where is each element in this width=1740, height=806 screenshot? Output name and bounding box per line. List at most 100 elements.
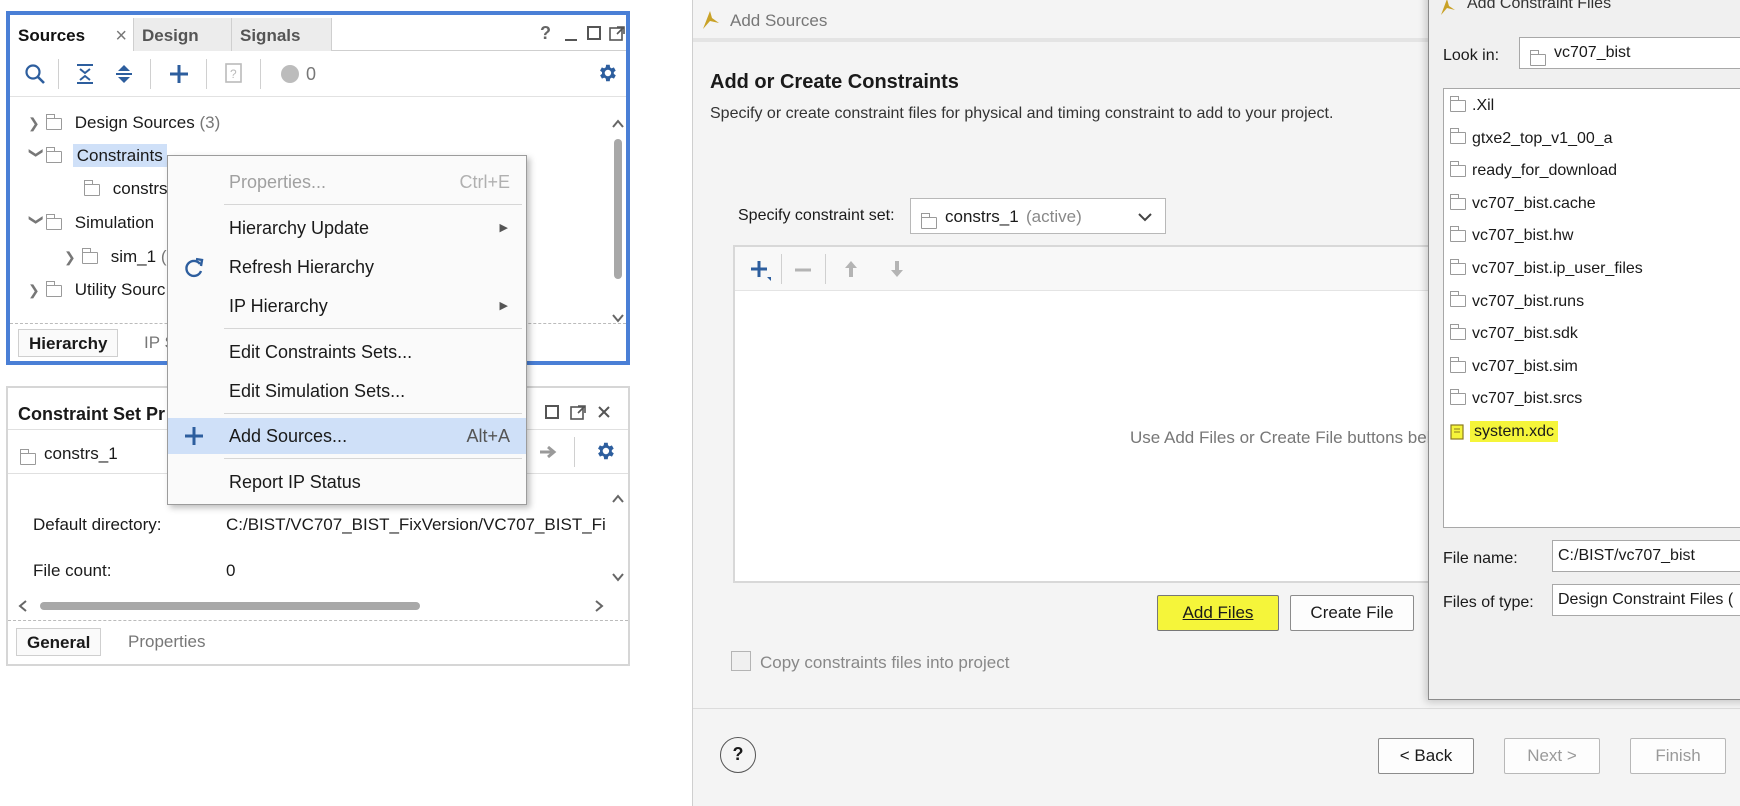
folder-entry[interactable]: vc707_bist.cache	[1449, 189, 1596, 219]
folder-icon	[1449, 389, 1466, 406]
tab-design[interactable]: Design	[134, 18, 232, 51]
file-name-input[interactable]: C:/BIST/vc707_bist	[1552, 540, 1740, 572]
copy-constraints-label: Copy constraints files into project	[760, 653, 1010, 672]
remove-icon[interactable]	[793, 260, 813, 280]
sources-toolbar: ? 0	[10, 51, 626, 97]
plus-icon	[184, 426, 204, 446]
menu-item-add-sources[interactable]: Add Sources... Alt+A	[168, 418, 526, 454]
add-files-button[interactable]: Add Files	[1157, 595, 1279, 631]
folder-icon	[45, 280, 62, 297]
add-icon[interactable]	[168, 63, 190, 85]
finish-button[interactable]: Finish	[1630, 738, 1726, 774]
copy-constraints-checkbox[interactable]	[731, 651, 751, 671]
tree-row-constrs[interactable]: constrs_	[66, 175, 177, 203]
tree-row-constraints[interactable]: ❯ Constraints	[28, 142, 167, 170]
look-in-select[interactable]: vc707_bist	[1519, 37, 1740, 69]
doc-question-icon[interactable]: ?	[224, 62, 244, 84]
chevron-right-icon[interactable]: ❯	[28, 109, 46, 137]
menu-item-edit-simulation-sets[interactable]: Edit Simulation Sets...	[168, 373, 526, 409]
tree-row-utility[interactable]: ❯ Utility Sourc	[28, 276, 165, 304]
search-icon[interactable]	[24, 63, 46, 85]
wizard-title: Add Sources	[730, 11, 828, 30]
file-count-label: File count:	[33, 561, 112, 580]
tab-properties-label: Properties	[128, 632, 206, 651]
tab-properties[interactable]: Properties	[118, 628, 215, 656]
folder-entry[interactable]: vc707_bist.sdk	[1449, 319, 1578, 349]
help-icon[interactable]: ?	[540, 23, 551, 44]
constraint-set-select[interactable]: constrs_1 (active)	[910, 198, 1166, 234]
folder-entry[interactable]: vc707_bist.sim	[1449, 352, 1578, 382]
file-list[interactable]: .Xil gtxe2_top_v1_00_a ready_for_download v…	[1443, 88, 1740, 528]
folder-icon	[1449, 291, 1466, 308]
horizontal-scrollbar[interactable]	[16, 598, 606, 614]
look-in-label: Look in:	[1443, 47, 1500, 64]
maximize-icon[interactable]	[544, 404, 560, 420]
create-file-button[interactable]: Create File	[1290, 595, 1414, 631]
float-icon[interactable]	[609, 25, 625, 41]
default-directory-label: Default directory:	[33, 515, 162, 534]
menu-item-refresh-hierarchy[interactable]: Refresh Hierarchy	[168, 249, 526, 285]
folder-icon	[1449, 95, 1466, 112]
vivado-logo-icon	[701, 9, 721, 31]
add-icon[interactable]	[749, 259, 773, 283]
folder-icon	[1529, 49, 1546, 66]
folder-icon	[45, 113, 62, 130]
tree-row-design-sources[interactable]: ❯ Design Sources (3)	[28, 109, 220, 137]
folder-icon	[1449, 356, 1466, 373]
tree-count: (3)	[199, 113, 221, 132]
close-icon[interactable]	[596, 404, 612, 420]
constraint-set-value: constrs_1	[945, 207, 1019, 226]
tab-signals-label: Signals	[240, 26, 301, 45]
collapse-all-icon[interactable]	[74, 63, 96, 85]
tree-extra: (	[160, 247, 167, 266]
tab-hierarchy[interactable]: Hierarchy	[18, 329, 119, 357]
gear-icon[interactable]	[594, 440, 616, 462]
vertical-scrollbar[interactable]	[610, 115, 626, 331]
menu-item-hierarchy-update[interactable]: Hierarchy Update ▶	[168, 210, 526, 246]
expand-all-icon[interactable]	[113, 63, 135, 85]
tab-hierarchy-label: Hierarchy	[29, 334, 108, 353]
look-in-value: vc707_bist	[1554, 44, 1631, 61]
chevron-right-icon[interactable]: ❯	[28, 276, 46, 304]
entry-name: vc707_bist.ip_user_files	[1472, 260, 1643, 277]
tree-row-sim1[interactable]: ❯ sim_1 (	[64, 243, 167, 271]
menu-item-shortcut: Ctrl+E	[459, 172, 510, 192]
tab-signals[interactable]: Signals	[232, 18, 332, 51]
vertical-scrollbar[interactable]	[610, 490, 626, 586]
close-icon[interactable]: ×	[115, 25, 127, 48]
folder-entry[interactable]: vc707_bist.runs	[1449, 287, 1584, 317]
minimize-icon[interactable]	[563, 27, 579, 43]
menu-item-edit-constraints-sets[interactable]: Edit Constraints Sets...	[168, 334, 526, 370]
cset-current-set: constrs_1	[44, 444, 118, 463]
gear-icon[interactable]	[596, 62, 618, 84]
menu-item-report-ip-status[interactable]: Report IP Status	[168, 464, 526, 500]
back-button[interactable]: < Back	[1378, 738, 1474, 774]
tree-row-simulation[interactable]: ❯ Simulation	[28, 209, 154, 237]
folder-icon	[1449, 160, 1466, 177]
empty-hint: Use Add Files or Create File buttons bel…	[1130, 428, 1440, 447]
tab-sources[interactable]: Sources ×	[10, 18, 134, 51]
maximize-icon[interactable]	[586, 25, 602, 41]
tab-general[interactable]: General	[16, 628, 102, 656]
chevron-right-icon[interactable]: ❯	[64, 243, 82, 271]
folder-entry[interactable]: gtxe2_top_v1_00_a	[1449, 124, 1613, 154]
float-icon[interactable]	[570, 404, 586, 420]
files-of-type-select[interactable]: Design Constraint Files (	[1552, 584, 1740, 616]
folder-entry[interactable]: ready_for_download	[1449, 156, 1617, 186]
file-entry[interactable]: system.xdc	[1450, 417, 1559, 447]
arrow-right-icon[interactable]	[538, 443, 560, 461]
folder-entry[interactable]: .Xil	[1449, 91, 1494, 121]
create-file-label: Create File	[1310, 603, 1394, 622]
menu-item-properties[interactable]: Properties... Ctrl+E	[168, 164, 526, 200]
folder-entry[interactable]: vc707_bist.hw	[1449, 221, 1573, 251]
move-down-icon[interactable]	[887, 259, 907, 279]
help-button[interactable]: ?	[720, 737, 756, 773]
folder-entry[interactable]: vc707_bist.srcs	[1449, 384, 1583, 414]
folder-icon	[920, 212, 937, 229]
entry-name: vc707_bist.srcs	[1472, 390, 1583, 408]
move-up-icon[interactable]	[841, 259, 861, 279]
next-button[interactable]: Next >	[1504, 738, 1600, 774]
entry-name: gtxe2_top_v1_00_a	[1472, 129, 1613, 147]
menu-item-ip-hierarchy[interactable]: IP Hierarchy ▶	[168, 288, 526, 324]
folder-entry[interactable]: vc707_bist.ip_user_files	[1449, 254, 1643, 284]
